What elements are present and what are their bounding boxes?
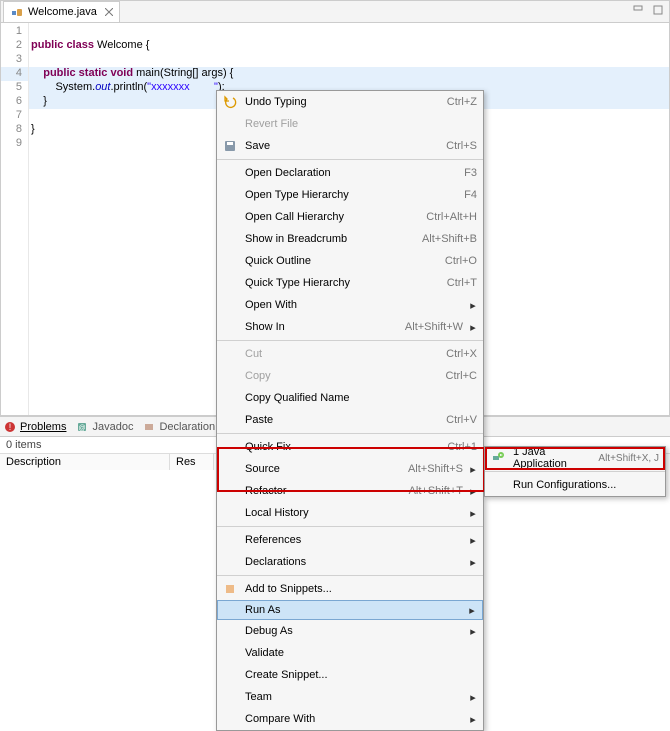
menu-show-breadcrumb[interactable]: Show in BreadcrumbAlt+Shift+B [217,228,483,250]
chevron-right-icon: ▸ [469,625,477,638]
minimize-icon[interactable] [631,3,645,17]
menu-debug-as[interactable]: Debug As▸ [217,620,483,642]
menu-revert-file: Revert File [217,113,483,135]
chevron-right-icon: ▸ [469,299,477,312]
menu-quick-type-hierarchy[interactable]: Quick Type HierarchyCtrl+T [217,272,483,294]
header-description[interactable]: Description [0,454,170,470]
menu-team[interactable]: Team▸ [217,686,483,708]
menu-run-as[interactable]: Run As▸ [217,600,483,620]
svg-text:!: ! [9,422,12,432]
problems-icon: ! [4,421,16,433]
javadoc-icon: @ [76,421,88,433]
menu-show-in[interactable]: Show InAlt+Shift+W▸ [217,316,483,338]
menu-validate[interactable]: Validate [217,642,483,664]
context-menu: Undo TypingCtrl+Z Revert File SaveCtrl+S… [216,90,484,731]
menu-source[interactable]: SourceAlt+Shift+S▸ [217,458,483,480]
undo-icon [222,94,238,110]
menu-save[interactable]: SaveCtrl+S [217,135,483,157]
chevron-right-icon: ▸ [469,463,477,476]
menu-undo-typing[interactable]: Undo TypingCtrl+Z [217,91,483,113]
chevron-right-icon: ▸ [469,691,477,704]
chevron-right-icon: ▸ [468,604,476,617]
close-tab-icon[interactable] [105,8,113,16]
menu-local-history[interactable]: Local History▸ [217,502,483,524]
menu-open-type-hierarchy[interactable]: Open Type HierarchyF4 [217,184,483,206]
menu-copy-qualified-name[interactable]: Copy Qualified Name [217,387,483,409]
menu-open-declaration[interactable]: Open DeclarationF3 [217,162,483,184]
chevron-right-icon: ▸ [469,534,477,547]
menu-references[interactable]: References▸ [217,529,483,551]
menu-cut: CutCtrl+X [217,343,483,365]
runas-submenu: 1 Java ApplicationAlt+Shift+X, J Run Con… [484,446,666,497]
save-icon [222,138,238,154]
menu-copy: CopyCtrl+C [217,365,483,387]
tab-problems[interactable]: ! Problems [4,421,66,433]
submenu-run-configurations[interactable]: Run Configurations... [485,474,665,496]
menu-compare-with[interactable]: Compare With▸ [217,708,483,730]
header-res[interactable]: Res [170,454,214,470]
chevron-right-icon: ▸ [469,556,477,569]
editor-tab[interactable]: Welcome.java [3,1,120,22]
menu-create-snippet[interactable]: Create Snippet... [217,664,483,686]
menu-quick-fix[interactable]: Quick FixCtrl+1 [217,436,483,458]
snippet-icon [222,581,238,597]
chevron-right-icon: ▸ [469,485,477,498]
chevron-right-icon: ▸ [469,507,477,520]
menu-paste[interactable]: PasteCtrl+V [217,409,483,431]
chevron-right-icon: ▸ [469,321,477,334]
menu-refactor[interactable]: RefactorAlt+Shift+T▸ [217,480,483,502]
tab-javadoc[interactable]: @ Javadoc [76,421,133,433]
menu-add-to-snippets[interactable]: Add to Snippets... [217,578,483,600]
tab-filename: Welcome.java [28,6,97,18]
maximize-icon[interactable] [651,3,665,17]
window-controls [631,3,665,17]
tab-declaration[interactable]: Declaration [143,421,215,433]
menu-declarations[interactable]: Declarations▸ [217,551,483,573]
chevron-right-icon: ▸ [469,713,477,726]
line-gutter: 123456789 [1,23,29,415]
menu-open-call-hierarchy[interactable]: Open Call HierarchyCtrl+Alt+H [217,206,483,228]
java-app-icon [490,450,506,466]
declaration-icon [143,421,155,433]
tab-bar: Welcome.java [1,1,669,23]
submenu-java-application[interactable]: 1 Java ApplicationAlt+Shift+X, J [485,447,665,469]
java-file-icon [10,5,24,19]
menu-open-with[interactable]: Open With▸ [217,294,483,316]
menu-quick-outline[interactable]: Quick OutlineCtrl+O [217,250,483,272]
svg-text:@: @ [79,425,86,432]
